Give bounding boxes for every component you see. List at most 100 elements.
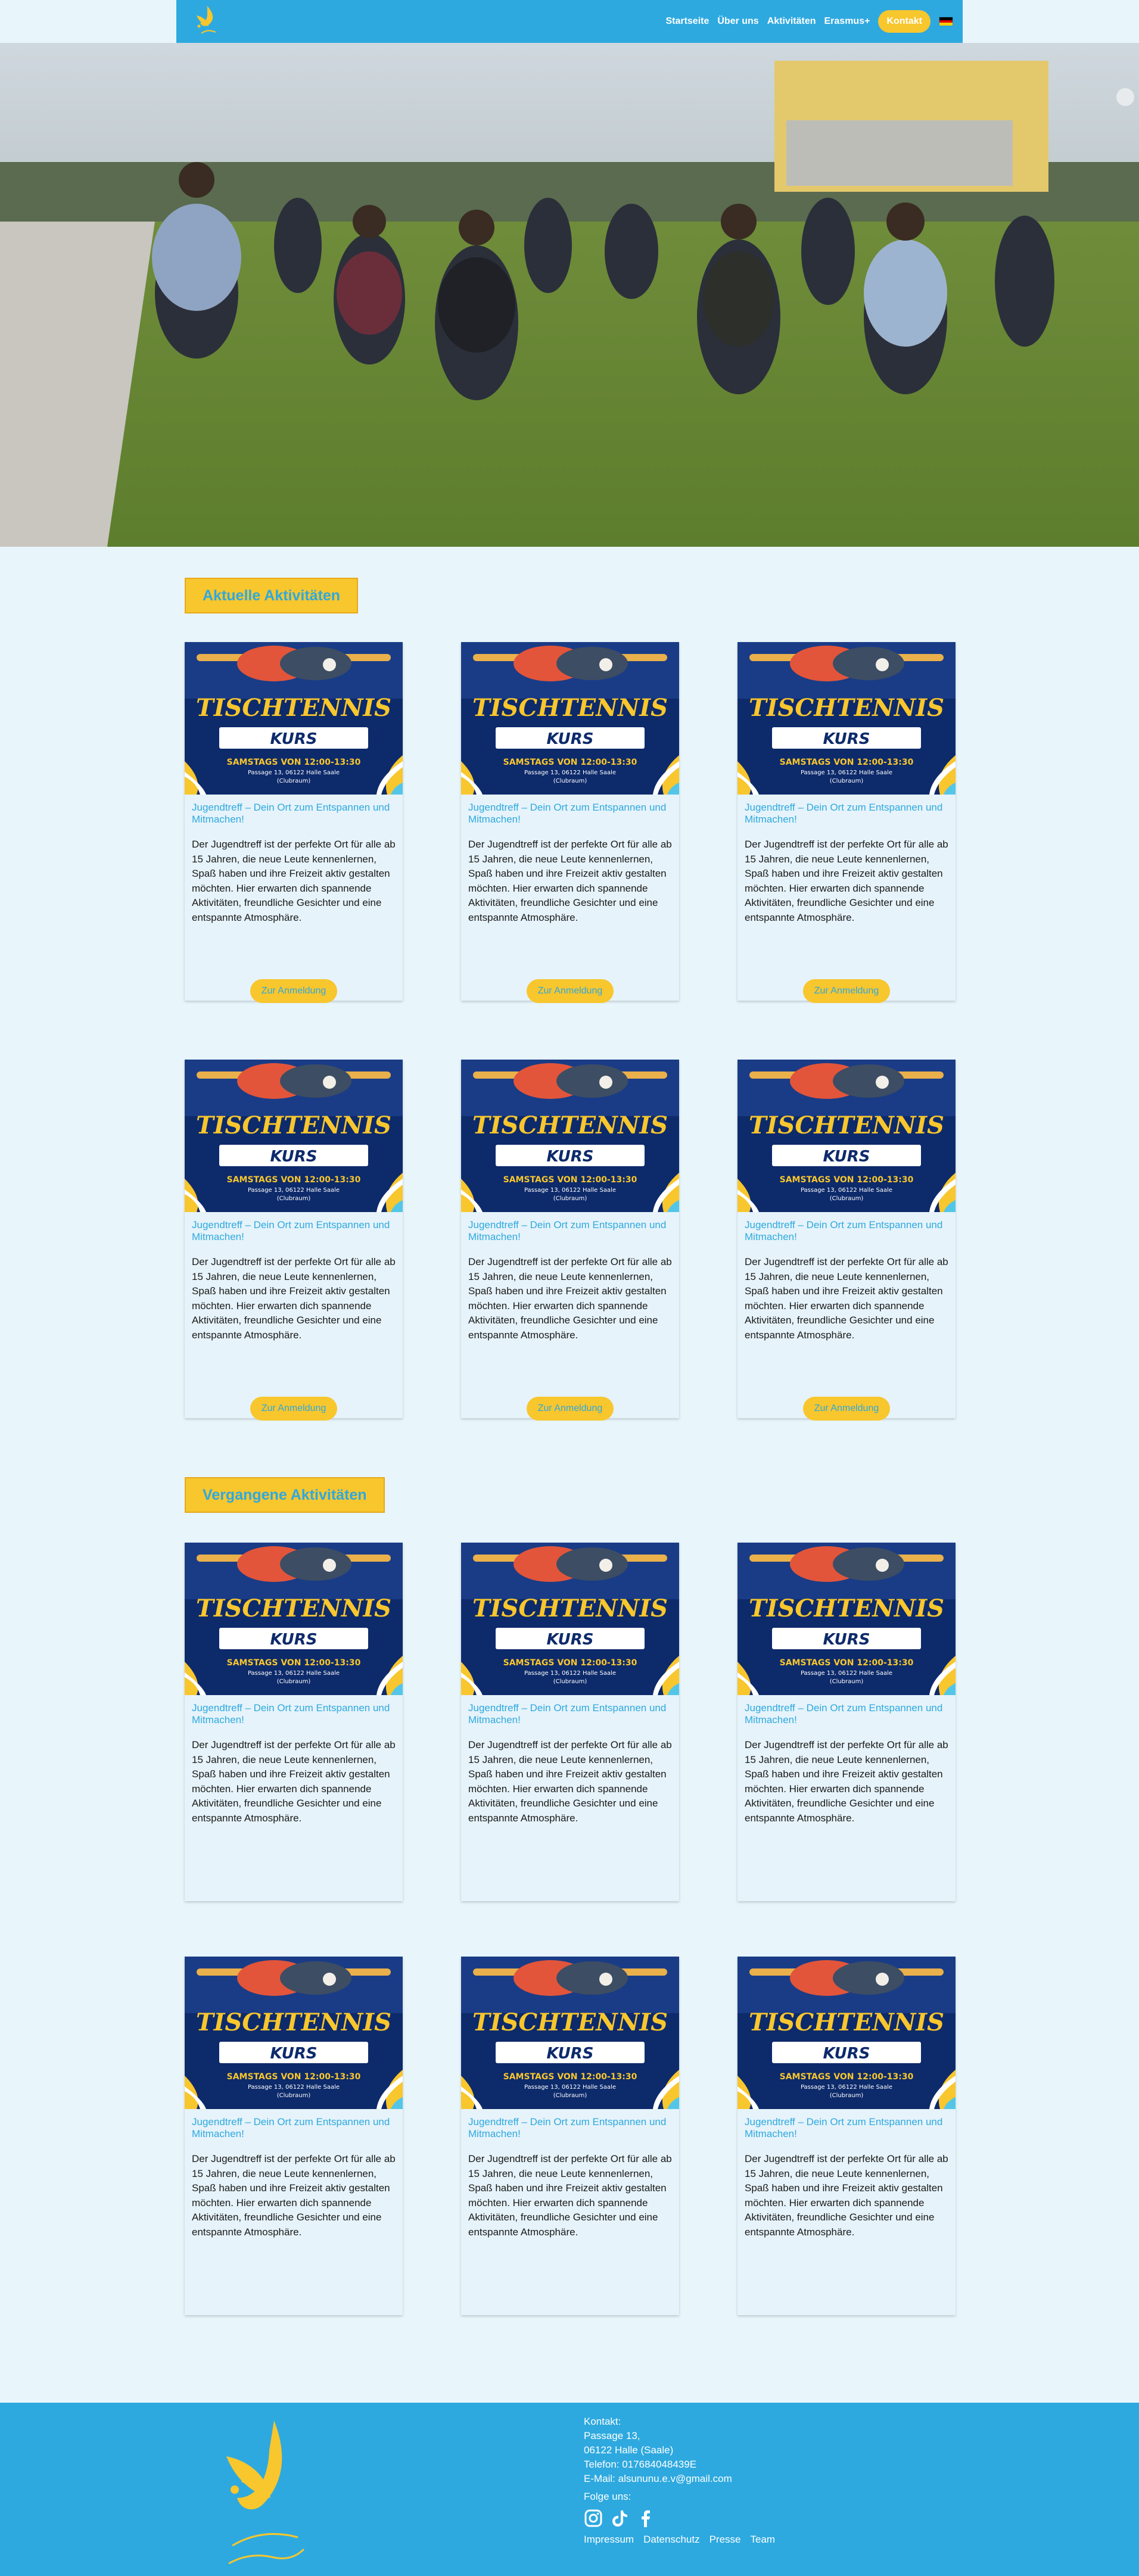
- poster-title: TISCHTENNIS: [472, 694, 668, 722]
- poster-title: TISCHTENNIS: [472, 2008, 668, 2036]
- poster-subtitle: KURS: [823, 2045, 870, 2063]
- poster-image: TISCHTENNIS KURS SAMSTAGS VON 12:00-13:30 P…: [185, 1543, 403, 1695]
- poster-address: Passage 13, 06122 Halle Saale: [248, 1670, 340, 1677]
- card-heading: Jugendtreff – Dein Ort zum Entspannen un…: [192, 802, 390, 825]
- register-button[interactable]: Zur Anmeldung: [250, 1397, 337, 1421]
- current-activities-title: Aktuelle Aktivitäten: [185, 578, 359, 613]
- poster-address: Passage 13, 06122 Halle Saale: [248, 2084, 340, 2091]
- poster-image: TISCHTENNIS KURS SAMSTAGS VON 12:00-13:30 P…: [737, 1543, 956, 1695]
- card-heading: Jugendtreff – Dein Ort zum Entspannen un…: [192, 1219, 390, 1242]
- poster-address: Passage 13, 06122 Halle Saale: [524, 1670, 616, 1677]
- poster-schedule: SAMSTAGS VON 12:00-13:30: [780, 1658, 914, 1668]
- poster-image: TISCHTENNIS KURS SAMSTAGS VON 12:00-13:30 P…: [737, 1957, 956, 2109]
- activity-card: TISCHTENNIS KURS SAMSTAGS VON 12:00-13:30 P…: [737, 1543, 956, 1901]
- footer-contact-label: Kontakt:: [584, 2416, 621, 2427]
- footer-link-team[interactable]: Team: [751, 2533, 776, 2547]
- poster-address: Passage 13, 06122 Halle Saale: [248, 770, 340, 776]
- activity-card: TISCHTENNIS KURS SAMSTAGS VON 12:00-13:30 P…: [185, 1543, 403, 1901]
- footer-link-impressum[interactable]: Impressum: [584, 2533, 634, 2547]
- card-heading: Jugendtreff – Dein Ort zum Entspannen un…: [192, 1702, 390, 1725]
- card-description: Der Jugendtreff ist der perfekte Ort für…: [468, 2153, 672, 2238]
- hero-control-button[interactable]: [1116, 88, 1134, 106]
- poster-title: TISCHTENNIS: [196, 2008, 391, 2036]
- contact-button[interactable]: Kontakt: [878, 10, 931, 33]
- register-button[interactable]: Zur Anmeldung: [803, 1397, 890, 1421]
- poster-subtitle: KURS: [270, 730, 317, 748]
- poster-title: TISCHTENNIS: [472, 1111, 668, 1139]
- card-description: Der Jugendtreff ist der perfekte Ort für…: [192, 1739, 396, 1824]
- poster-subtitle: KURS: [823, 1148, 870, 1166]
- poster-image: TISCHTENNIS KURS SAMSTAGS VON 12:00-13:30 P…: [185, 1957, 403, 2109]
- poster-subtitle: KURS: [270, 2045, 317, 2063]
- logo[interactable]: [189, 2, 225, 39]
- poster-subtitle: KURS: [546, 2045, 593, 2063]
- nav-startseite[interactable]: Startseite: [665, 16, 709, 27]
- register-button[interactable]: Zur Anmeldung: [527, 1397, 614, 1421]
- poster-image: TISCHTENNIS KURS SAMSTAGS VON 12:00-13:30 P…: [185, 1060, 403, 1212]
- card-description: Der Jugendtreff ist der perfekte Ort für…: [192, 839, 396, 923]
- facebook-icon[interactable]: [636, 2509, 655, 2528]
- poster-address: Passage 13, 06122 Halle Saale: [801, 770, 892, 776]
- poster-address: Passage 13, 06122 Halle Saale: [524, 770, 616, 776]
- poster-image: TISCHTENNIS KURS SAMSTAGS VON 12:00-13:30 P…: [461, 642, 679, 795]
- register-button[interactable]: Zur Anmeldung: [527, 979, 614, 1003]
- poster-room: (Clubraum): [830, 2092, 864, 2099]
- footer-link-datenschutz[interactable]: Datenschutz: [643, 2533, 700, 2547]
- poster-title: TISCHTENNIS: [749, 2008, 944, 2036]
- activity-card: TISCHTENNIS KURS SAMSTAGS VON 12:00-13:30 P…: [185, 1060, 403, 1421]
- poster-address: Passage 13, 06122 Halle Saale: [248, 1187, 340, 1194]
- poster-subtitle: KURS: [270, 1631, 317, 1649]
- activity-card: TISCHTENNIS KURS SAMSTAGS VON 12:00-13:30 P…: [737, 642, 956, 1003]
- poster-schedule: SAMSTAGS VON 12:00-13:30: [227, 1175, 361, 1185]
- poster-image: TISCHTENNIS KURS SAMSTAGS VON 12:00-13:30 P…: [461, 1543, 679, 1695]
- nav-ueber-uns[interactable]: Über uns: [717, 16, 758, 27]
- card-description: Der Jugendtreff ist der perfekte Ort für…: [468, 1739, 672, 1824]
- poster-address: Passage 13, 06122 Halle Saale: [801, 2084, 892, 2091]
- card-description: Der Jugendtreff ist der perfekte Ort für…: [192, 1256, 396, 1341]
- poster-subtitle: KURS: [823, 730, 870, 748]
- poster-schedule: SAMSTAGS VON 12:00-13:30: [503, 1175, 637, 1185]
- poster-title: TISCHTENNIS: [196, 694, 391, 722]
- footer-follow-label: Folge uns:: [584, 2491, 631, 2502]
- poster-image: TISCHTENNIS KURS SAMSTAGS VON 12:00-13:30 P…: [737, 1060, 956, 1212]
- german-flag-icon[interactable]: [939, 17, 953, 26]
- poster-title: TISCHTENNIS: [749, 694, 944, 722]
- poster-room: (Clubraum): [830, 1678, 864, 1685]
- footer-phone[interactable]: Telefon: 017684048439E: [584, 2457, 775, 2472]
- activity-card: TISCHTENNIS KURS SAMSTAGS VON 12:00-13:30 P…: [461, 642, 679, 1003]
- past-activities-title: Vergangene Aktivitäten: [185, 1477, 385, 1513]
- card-description: Der Jugendtreff ist der perfekte Ort für…: [468, 839, 672, 923]
- instagram-icon[interactable]: [584, 2509, 603, 2528]
- poster-room: (Clubraum): [830, 778, 864, 784]
- activity-card: TISCHTENNIS KURS SAMSTAGS VON 12:00-13:30 P…: [461, 1543, 679, 1901]
- poster-schedule: SAMSTAGS VON 12:00-13:30: [503, 1658, 637, 1668]
- poster-room: (Clubraum): [553, 2092, 587, 2099]
- activity-card: TISCHTENNIS KURS SAMSTAGS VON 12:00-13:30 P…: [461, 1060, 679, 1421]
- poster-room: (Clubraum): [553, 1195, 587, 1202]
- tiktok-icon[interactable]: [610, 2509, 629, 2528]
- card-heading: Jugendtreff – Dein Ort zum Entspannen un…: [745, 802, 943, 825]
- footer-link-presse[interactable]: Presse: [709, 2533, 741, 2547]
- poster-room: (Clubraum): [277, 1195, 311, 1202]
- poster-image: TISCHTENNIS KURS SAMSTAGS VON 12:00-13:30 P…: [461, 1957, 679, 2109]
- poster-room: (Clubraum): [553, 778, 587, 784]
- main-nav: Startseite Über uns Aktivitäten Erasmus+…: [665, 0, 953, 43]
- nav-aktivitaeten[interactable]: Aktivitäten: [767, 16, 816, 27]
- poster-address: Passage 13, 06122 Halle Saale: [801, 1670, 892, 1677]
- poster-title: TISCHTENNIS: [472, 1594, 668, 1622]
- activity-card: TISCHTENNIS KURS SAMSTAGS VON 12:00-13:30 P…: [737, 1957, 956, 2315]
- footer-logo: [226, 2421, 305, 2565]
- poster-title: TISCHTENNIS: [749, 1111, 944, 1139]
- activity-card: TISCHTENNIS KURS SAMSTAGS VON 12:00-13:30 P…: [185, 1957, 403, 2315]
- poster-room: (Clubraum): [830, 1195, 864, 1202]
- footer-email[interactable]: E-Mail: alsununu.e.v@gmail.com: [584, 2472, 775, 2486]
- poster-subtitle: KURS: [546, 1631, 593, 1649]
- register-button[interactable]: Zur Anmeldung: [803, 979, 890, 1003]
- footer-links: Impressum Datenschutz Presse Team: [584, 2533, 775, 2547]
- nav-erasmus[interactable]: Erasmus+: [824, 16, 870, 27]
- card-heading: Jugendtreff – Dein Ort zum Entspannen un…: [745, 1219, 943, 1242]
- poster-room: (Clubraum): [277, 1678, 311, 1685]
- register-button[interactable]: Zur Anmeldung: [250, 979, 337, 1003]
- card-heading: Jugendtreff – Dein Ort zum Entspannen un…: [468, 2116, 667, 2139]
- activity-card: TISCHTENNIS KURS SAMSTAGS VON 12:00-13:30 P…: [185, 642, 403, 1003]
